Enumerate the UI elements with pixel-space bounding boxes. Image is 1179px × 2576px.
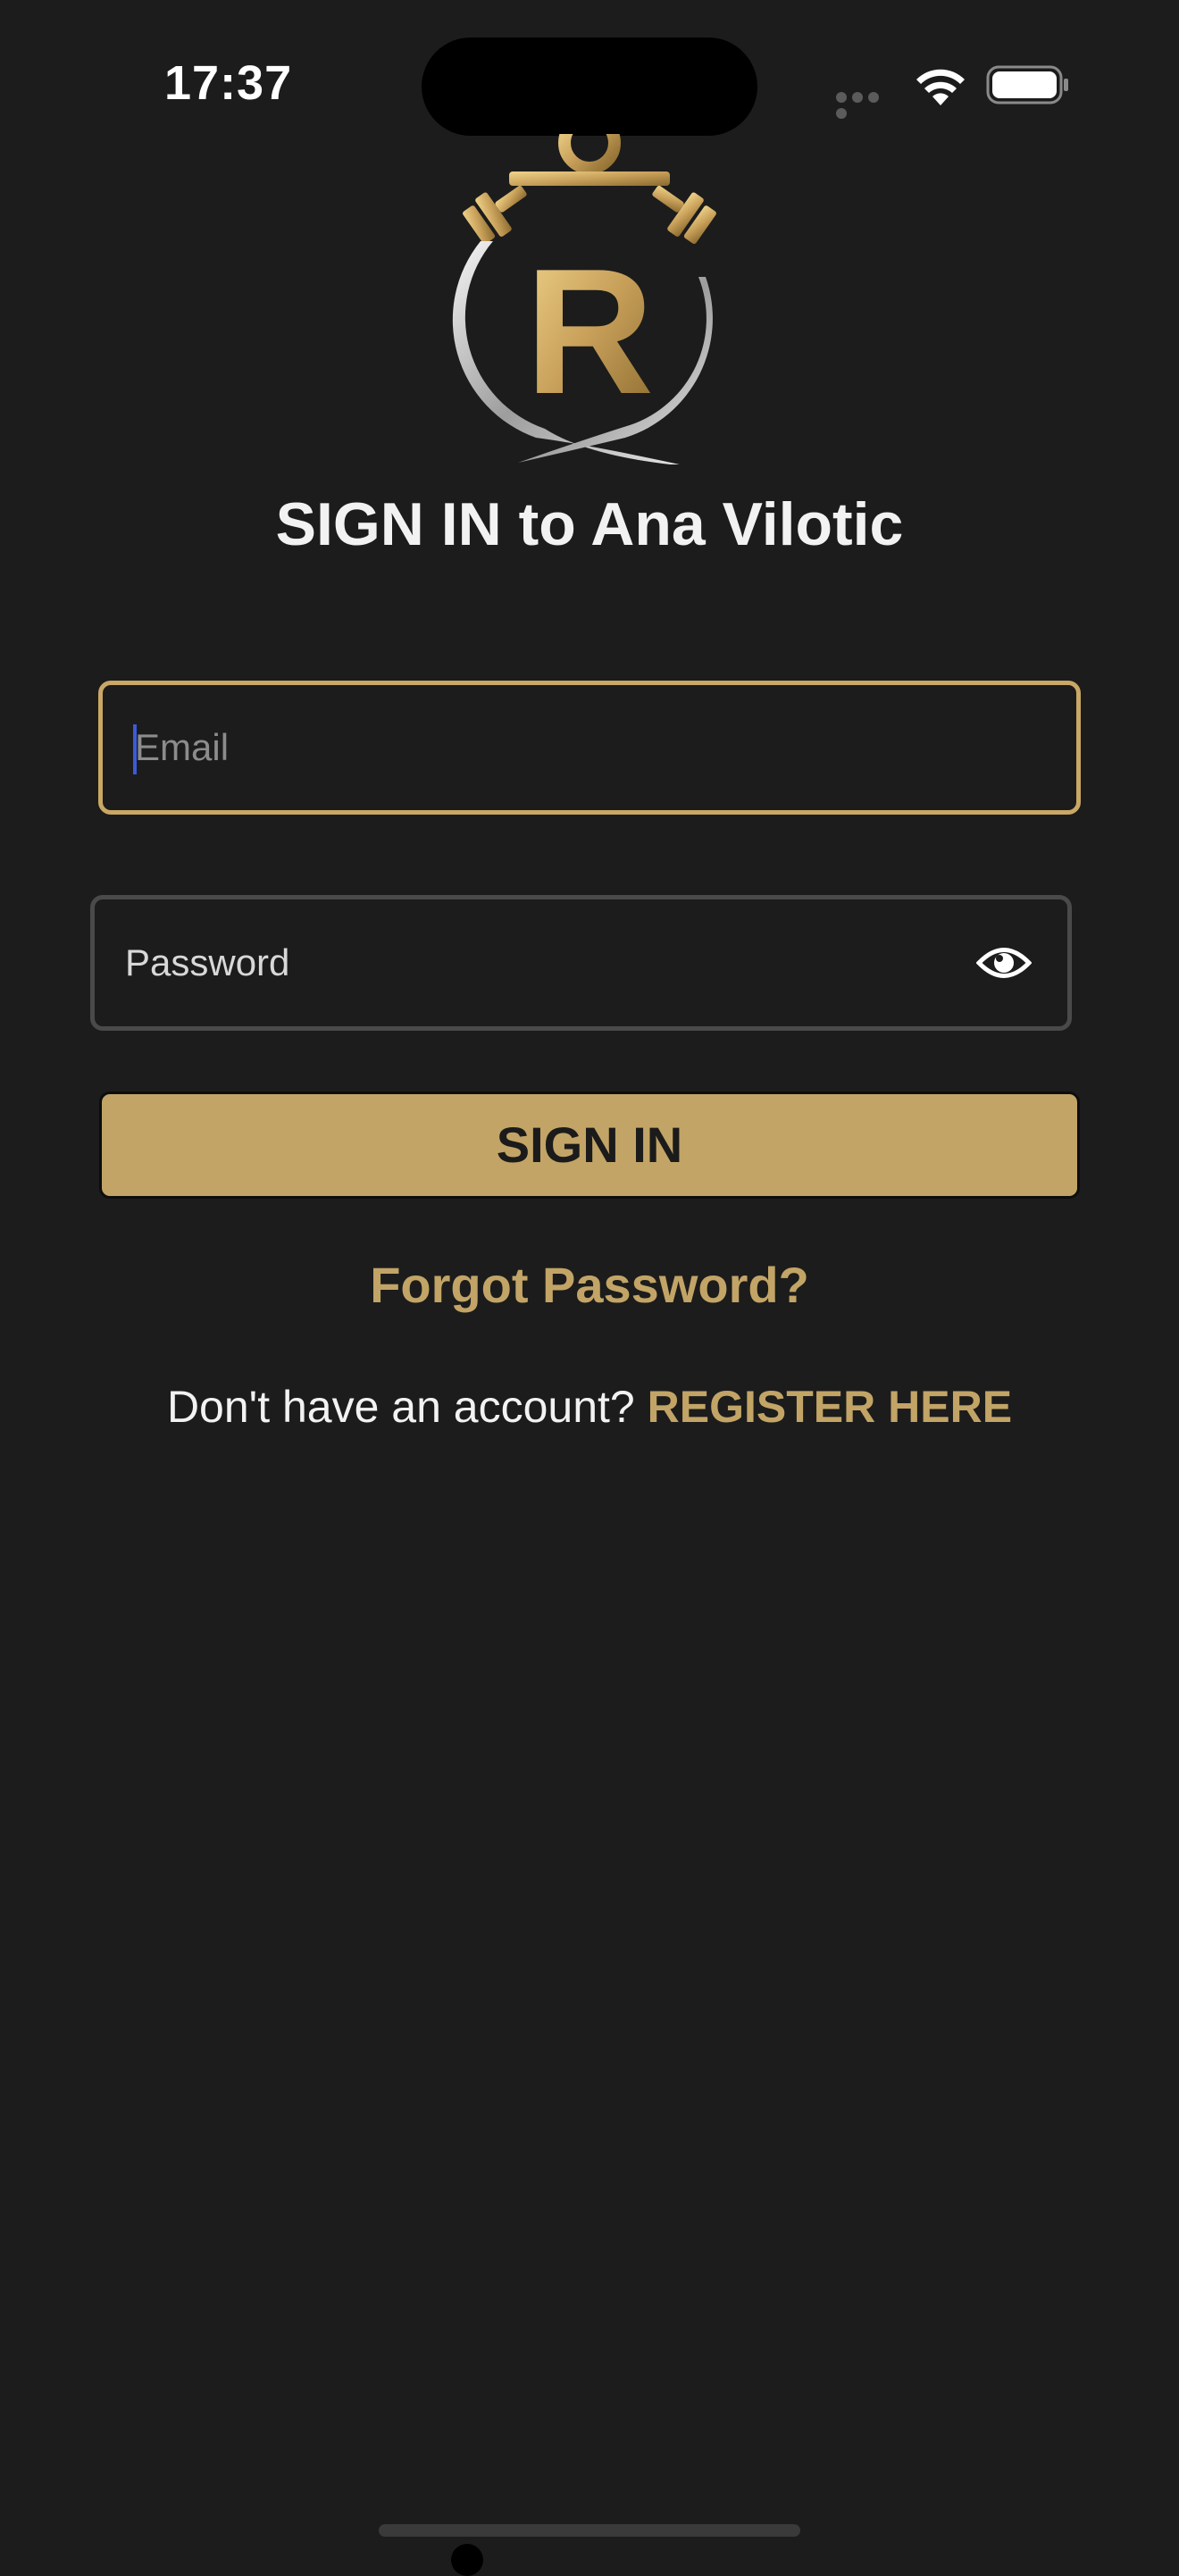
dynamic-island — [422, 38, 757, 136]
status-time: 17:37 — [164, 56, 293, 110]
password-input[interactable] — [95, 899, 1067, 1026]
wifi-icon — [916, 69, 965, 105]
sign-in-button[interactable]: SIGN IN — [99, 1091, 1080, 1199]
email-field[interactable] — [98, 681, 1081, 815]
password-field[interactable] — [90, 895, 1072, 1031]
forgot-password-link[interactable]: Forgot Password? — [0, 1256, 1179, 1314]
register-row: Don't have an account? REGISTER HERE — [0, 1381, 1179, 1433]
register-link[interactable]: REGISTER HERE — [648, 1382, 1012, 1432]
eye-icon[interactable] — [976, 941, 1032, 985]
email-input[interactable] — [103, 685, 1076, 810]
register-prompt: Don't have an account? — [166, 1382, 635, 1432]
logo-letter: R — [525, 232, 654, 431]
touch-pointer-icon — [451, 2544, 483, 2576]
page-title: SIGN IN to Ana Vilotic — [275, 490, 904, 558]
cellular-signal-icon — [836, 91, 897, 119]
battery-icon — [986, 65, 1068, 105]
stopwatch-dumbbell-logo: R — [452, 134, 716, 464]
home-indicator[interactable] — [379, 2524, 800, 2537]
text-caret — [133, 724, 137, 774]
